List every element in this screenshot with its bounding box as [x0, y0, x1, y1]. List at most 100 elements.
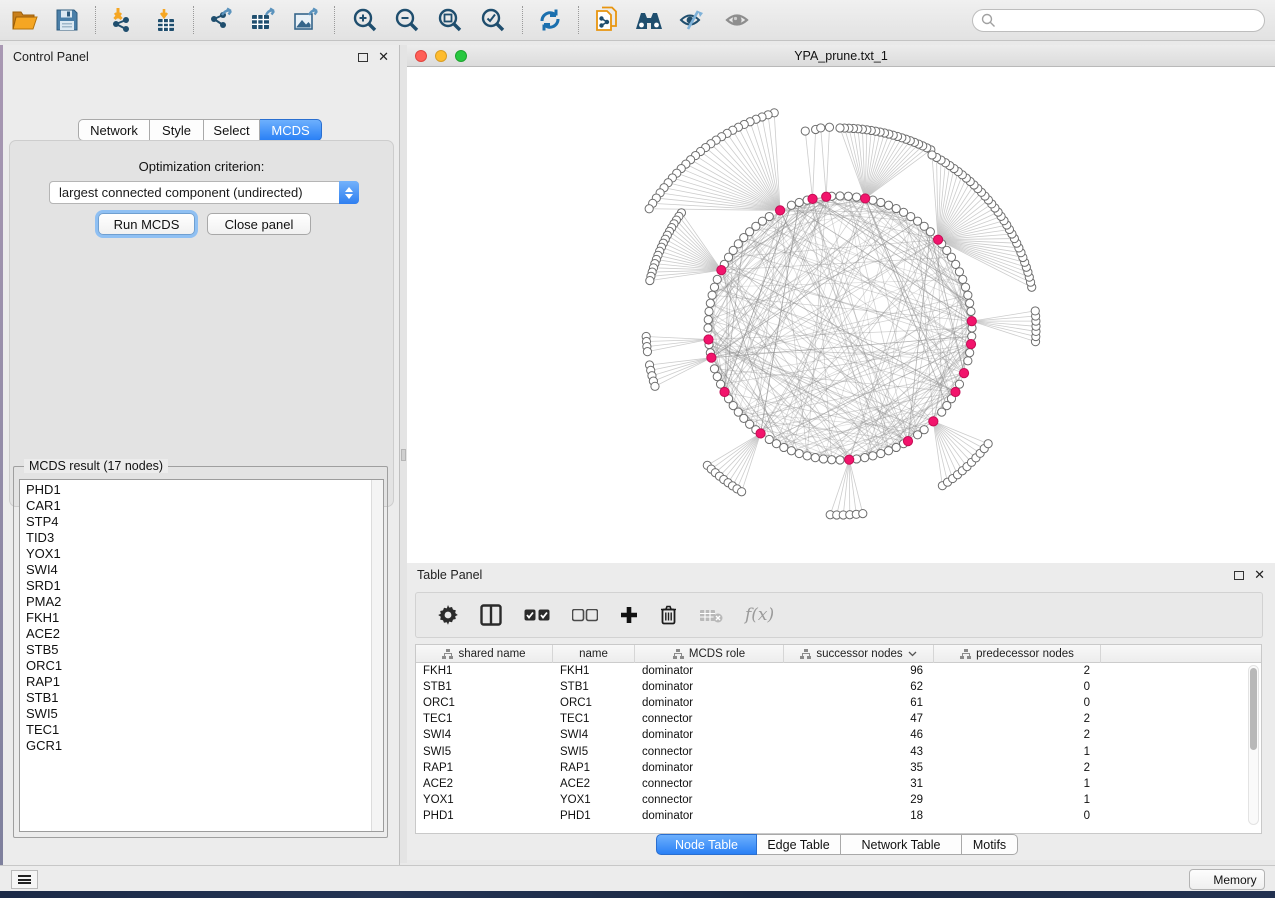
zoom-out-button[interactable] — [390, 5, 424, 35]
table-row[interactable]: SWI5SWI5connector431 — [416, 743, 1261, 759]
select-all-button[interactable] — [524, 609, 550, 622]
mcds-hub-node[interactable] — [808, 194, 817, 203]
result-list-item[interactable]: STB5 — [26, 642, 62, 658]
tab-mcds[interactable]: MCDS — [260, 119, 322, 141]
graph-node[interactable] — [795, 449, 803, 457]
zoom-selected-button[interactable] — [476, 5, 510, 35]
result-list-item[interactable]: FKH1 — [26, 610, 62, 626]
export-image-button[interactable] — [289, 5, 323, 35]
network-canvas[interactable] — [407, 67, 1275, 563]
graph-node[interactable] — [704, 324, 712, 332]
save-session-button[interactable] — [50, 5, 84, 35]
graph-node[interactable] — [836, 192, 844, 200]
delete-column-button[interactable] — [660, 605, 677, 625]
graph-node[interactable] — [964, 291, 972, 299]
graph-node[interactable] — [884, 201, 892, 209]
vertical-splitter[interactable] — [400, 45, 407, 863]
run-mcds-button[interactable]: Run MCDS — [98, 213, 195, 235]
scrollbar-thumb[interactable] — [1250, 668, 1257, 750]
mcds-hub-node[interactable] — [959, 369, 968, 378]
splitter-grip[interactable] — [401, 449, 406, 461]
graph-leaf-node[interactable] — [817, 124, 825, 132]
graph-node[interactable] — [710, 283, 718, 291]
graph-node[interactable] — [852, 193, 860, 201]
graph-node[interactable] — [795, 198, 803, 206]
graph-node[interactable] — [892, 204, 900, 212]
graph-node[interactable] — [877, 198, 885, 206]
mcds-hub-node[interactable] — [966, 339, 975, 348]
search-input[interactable] — [996, 12, 1264, 30]
tab-style[interactable]: Style — [150, 119, 204, 141]
network-window-titlebar[interactable]: YPA_prune.txt_1 — [407, 45, 1275, 67]
graph-node[interactable] — [705, 307, 713, 315]
graph-leaf-node[interactable] — [825, 123, 833, 131]
tab-motifs[interactable]: Motifs — [962, 834, 1018, 855]
result-scrollbar[interactable] — [371, 480, 383, 831]
graph-leaf-node[interactable] — [738, 488, 746, 496]
graph-node[interactable] — [964, 357, 972, 365]
hide-selected-button[interactable] — [675, 5, 709, 35]
graph-leaf-node[interactable] — [928, 151, 936, 159]
first-neighbors-button[interactable] — [632, 5, 666, 35]
graph-node[interactable] — [828, 456, 836, 464]
mcds-hub-node[interactable] — [903, 437, 912, 446]
result-list-item[interactable]: CAR1 — [26, 498, 62, 514]
tab-select[interactable]: Select — [204, 119, 260, 141]
mcds-hub-node[interactable] — [707, 353, 716, 362]
mcds-hub-node[interactable] — [967, 316, 976, 325]
graph-node[interactable] — [966, 349, 974, 357]
graph-node[interactable] — [836, 456, 844, 464]
open-file-button[interactable] — [8, 5, 42, 35]
table-row[interactable]: TEC1TEC1connector472 — [416, 711, 1261, 727]
graph-node[interactable] — [780, 443, 788, 451]
mcds-hub-node[interactable] — [845, 455, 854, 464]
table-scrollbar[interactable] — [1248, 665, 1259, 825]
table-row[interactable]: PHD1PHD1dominator180 — [416, 808, 1261, 824]
result-list-item[interactable]: TEC1 — [26, 722, 62, 738]
graph-node[interactable] — [803, 452, 811, 460]
graph-leaf-node[interactable] — [1031, 307, 1039, 315]
result-list-item[interactable]: YOX1 — [26, 546, 62, 562]
graph-node[interactable] — [772, 440, 780, 448]
table-row[interactable]: YOX1YOX1connector291 — [416, 792, 1261, 808]
column-header[interactable]: shared name — [416, 645, 553, 663]
result-list-item[interactable]: SWI5 — [26, 706, 62, 722]
graph-leaf-node[interactable] — [859, 510, 867, 518]
graph-node[interactable] — [961, 283, 969, 291]
mcds-hub-node[interactable] — [933, 235, 942, 244]
table-settings-button[interactable] — [438, 605, 458, 625]
criterion-dropdown[interactable]: largest connected component (undirected) — [49, 181, 359, 204]
result-list-item[interactable]: STP4 — [26, 514, 62, 530]
tab-network[interactable]: Network — [78, 119, 150, 141]
result-list-item[interactable]: STB1 — [26, 690, 62, 706]
tab-network-table[interactable]: Network Table — [841, 834, 962, 855]
graph-node[interactable] — [713, 275, 721, 283]
result-list-item[interactable]: ACE2 — [26, 626, 62, 642]
tab-edge-table[interactable]: Edge Table — [757, 834, 841, 855]
graph-node[interactable] — [967, 307, 975, 315]
graph-node[interactable] — [713, 372, 721, 380]
mcds-hub-node[interactable] — [951, 387, 960, 396]
mcds-hub-node[interactable] — [720, 387, 729, 396]
close-panel-icon[interactable]: ✕ — [378, 52, 389, 62]
import-network-button[interactable] — [106, 5, 140, 35]
add-column-button[interactable] — [620, 606, 638, 624]
mcds-hub-node[interactable] — [704, 335, 713, 344]
mcds-hub-node[interactable] — [775, 206, 784, 215]
graph-node[interactable] — [966, 299, 974, 307]
graph-node[interactable] — [869, 452, 877, 460]
show-columns-button[interactable] — [480, 604, 502, 626]
graph-node[interactable] — [955, 268, 963, 276]
table-row[interactable]: ORC1ORC1dominator610 — [416, 695, 1261, 711]
zoom-fit-button[interactable] — [433, 5, 467, 35]
graph-leaf-node[interactable] — [801, 127, 809, 135]
mcds-hub-node[interactable] — [717, 266, 726, 275]
table-row[interactable]: STB1STB1dominator620 — [416, 679, 1261, 695]
graph-node[interactable] — [787, 447, 795, 455]
graph-node[interactable] — [899, 208, 907, 216]
float-window-icon[interactable] — [358, 53, 368, 62]
graph-node[interactable] — [959, 275, 967, 283]
float-window-icon[interactable] — [1234, 571, 1244, 580]
deselect-all-button[interactable] — [572, 609, 598, 622]
tab-node-table[interactable]: Node Table — [656, 834, 757, 855]
